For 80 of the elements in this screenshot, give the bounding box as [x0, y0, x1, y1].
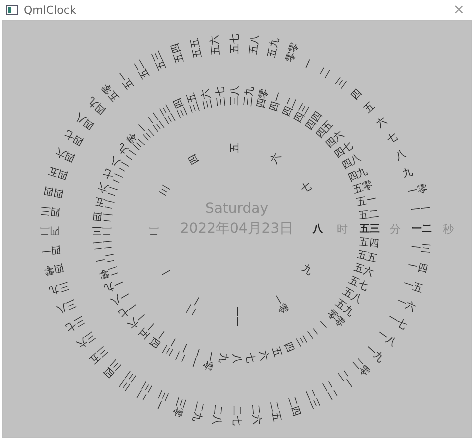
minute-numeral: 五一: [356, 194, 378, 210]
minute-numeral: 三六: [200, 88, 216, 110]
minute-numeral: 二四: [92, 209, 114, 223]
minute-numeral: 三五: [186, 92, 202, 114]
minute-numeral: 三七: [214, 86, 229, 108]
second-numeral: 三一: [152, 388, 170, 412]
second-numeral: 三零: [170, 396, 188, 418]
second-numeral: 五九: [266, 37, 283, 60]
second-numeral: 四六: [54, 146, 78, 164]
second-numeral: 三: [334, 76, 350, 92]
second-numeral: 三八: [54, 296, 78, 316]
second-numeral: 二四: [284, 396, 302, 418]
minute-numeral: 二三: [92, 224, 112, 236]
second-numeral: 五七: [230, 34, 242, 54]
second-numeral: 二三: [302, 388, 322, 412]
minute-numeral: 六: [256, 350, 270, 362]
second-numeral: 一五: [402, 278, 424, 296]
minute-numeral: 七: [243, 352, 256, 364]
second-numeral: 一二: [412, 224, 432, 236]
second-numeral: 二九: [189, 400, 206, 423]
close-button[interactable]: ×: [450, 3, 468, 17]
second-numeral: 五八: [248, 34, 262, 56]
second-numeral: 一一: [410, 204, 432, 218]
hour-numeral: 四: [187, 152, 203, 166]
minute-numeral: 五二: [358, 208, 380, 223]
app-icon: [6, 5, 18, 15]
second-numeral: 四五: [48, 164, 70, 182]
minute-numeral: 五三: [360, 224, 380, 236]
minute-numeral: 二五: [94, 195, 116, 210]
second-numeral: 二八: [210, 404, 224, 426]
second-numeral: 四四: [43, 183, 66, 200]
second-numeral: 四三: [40, 204, 62, 218]
hour-numeral: 一: [158, 263, 172, 279]
second-numeral: 四二: [40, 224, 60, 236]
minute-numeral: 五: [269, 346, 284, 360]
second-numeral: 四: [349, 88, 364, 103]
second-numeral: 五: [362, 101, 378, 117]
second-numeral: 一四: [406, 260, 429, 277]
window-title: QmlClock: [24, 4, 76, 16]
second-numeral: 二五: [266, 400, 283, 423]
second-numeral: 七: [385, 132, 400, 148]
minute-numeral: 一: [315, 318, 330, 333]
minute-numeral: 二二: [92, 237, 114, 252]
second-numeral: 五三: [150, 48, 170, 72]
minute-numeral: 九: [216, 352, 229, 364]
minute-numeral: 三八: [230, 86, 242, 106]
minute-numeral: 八: [230, 354, 242, 364]
hour-numeral: 一零: [269, 294, 290, 317]
hour-numeral: 九: [300, 263, 314, 279]
hour-numeral: 六: [269, 152, 285, 166]
second-numeral: 六: [374, 116, 390, 132]
second-numeral: 二六: [248, 404, 262, 426]
second-numeral: 零零: [284, 42, 302, 64]
second-numeral: 八: [394, 148, 408, 164]
minute-numeral: 三九: [243, 86, 256, 108]
second-numeral: 五五: [189, 37, 206, 60]
second-numeral: 九: [402, 166, 415, 182]
second-numeral: 二七: [230, 406, 242, 426]
minute-numeral: 四零: [256, 88, 271, 110]
second-numeral: 一零: [406, 183, 429, 200]
second-numeral: 一: [302, 58, 318, 72]
hour-numeral: 二: [149, 224, 159, 236]
hour-numeral: 一二: [182, 294, 203, 317]
second-numeral: 三九: [48, 278, 70, 296]
second-numeral: 五六: [210, 34, 224, 56]
second-numeral: 一六: [394, 296, 418, 316]
minute-numeral: 四: [282, 340, 296, 354]
minute-numeral: 三: [294, 334, 308, 349]
minute-numeral: 五零: [352, 180, 375, 196]
hour-numeral: 七: [300, 181, 314, 197]
second-numeral: 五四: [170, 42, 188, 64]
hour-numeral: 八: [313, 224, 323, 236]
hour-numeral: 三: [158, 181, 172, 197]
second-numeral: 二: [318, 66, 334, 81]
hour-numeral: 一一: [230, 307, 242, 327]
second-numeral: 四零: [43, 260, 66, 277]
second-numeral: 四一: [40, 242, 62, 256]
minute-numeral: 五四: [358, 237, 380, 250]
second-numeral: 一三: [410, 242, 432, 256]
hour-numeral: 五: [230, 143, 242, 153]
